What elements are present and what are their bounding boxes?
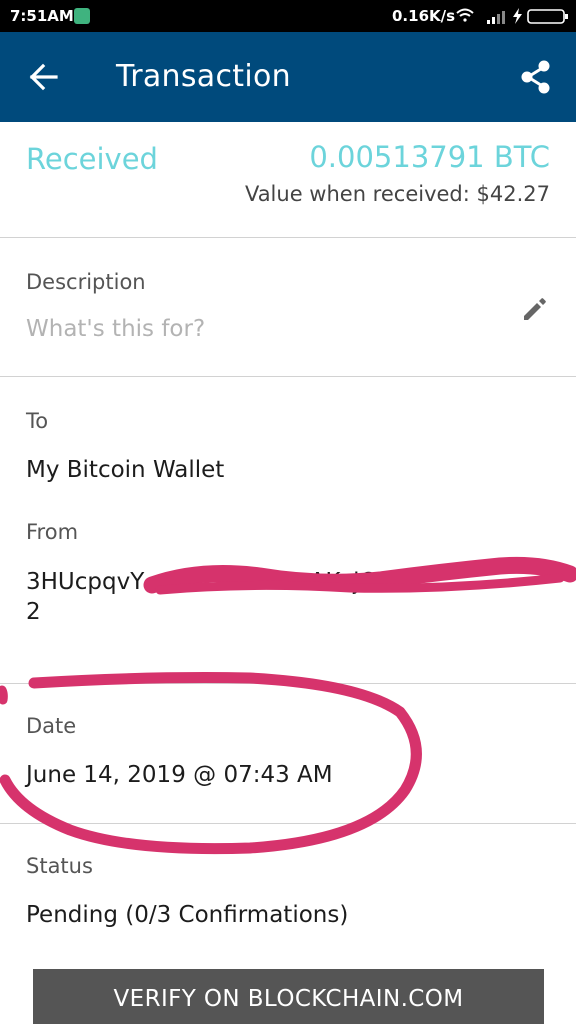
to-label: To (26, 409, 49, 433)
back-button[interactable] (24, 57, 64, 97)
charging-icon (513, 8, 522, 24)
from-address: 3HUcpqvY AKcjQnzF 2 (26, 567, 556, 627)
date-label: Date (26, 714, 77, 738)
status-section: Status Pending (0/3 Confirmations) (0, 824, 576, 969)
status-time: 7:51AM (10, 7, 74, 25)
date-section: Date June 14, 2019 @ 07:43 AM (0, 684, 576, 824)
to-value: My Bitcoin Wallet (26, 457, 225, 483)
description-section: Description (0, 238, 576, 377)
transaction-direction: Received (26, 142, 158, 176)
date-value: June 14, 2019 @ 07:43 AM (26, 762, 333, 788)
transaction-summary: Received 0.00513791 BTC Value when recei… (0, 122, 576, 238)
from-label: From (26, 520, 79, 544)
page-title: Transaction (116, 59, 291, 94)
from-address-line: 3HUcpqvY AKcjQnzF (26, 569, 418, 595)
wifi-icon (456, 8, 474, 22)
status-value: Pending (0/3 Confirmations) (26, 902, 349, 928)
network-speed: 0.16K/s (392, 7, 456, 25)
status-label: Status (26, 854, 93, 878)
description-input[interactable] (26, 316, 486, 342)
status-icons (456, 8, 568, 24)
pencil-icon (524, 298, 546, 320)
description-label: Description (26, 270, 146, 294)
app-bar: Transaction (0, 32, 576, 122)
arrow-left-icon (29, 63, 58, 91)
share-button[interactable] (516, 57, 556, 97)
to-from-section: To My Bitcoin Wallet From 3HUcpqvY AKcjQ… (0, 377, 576, 684)
notification-app-icon (74, 8, 90, 24)
verify-on-blockchain-button[interactable]: VERIFY ON BLOCKCHAIN.COM (33, 969, 544, 1024)
battery-icon (527, 9, 568, 24)
from-address-line: 2 (26, 599, 41, 625)
edit-description-button[interactable] (519, 293, 551, 325)
share-icon (521, 60, 550, 94)
value-when-received: Value when received: $42.27 (244, 182, 550, 206)
transaction-amount: 0.00513791 BTC (309, 140, 550, 174)
status-bar: 7:51AM 0.16K/s (0, 0, 576, 32)
signal-icon (487, 11, 505, 24)
